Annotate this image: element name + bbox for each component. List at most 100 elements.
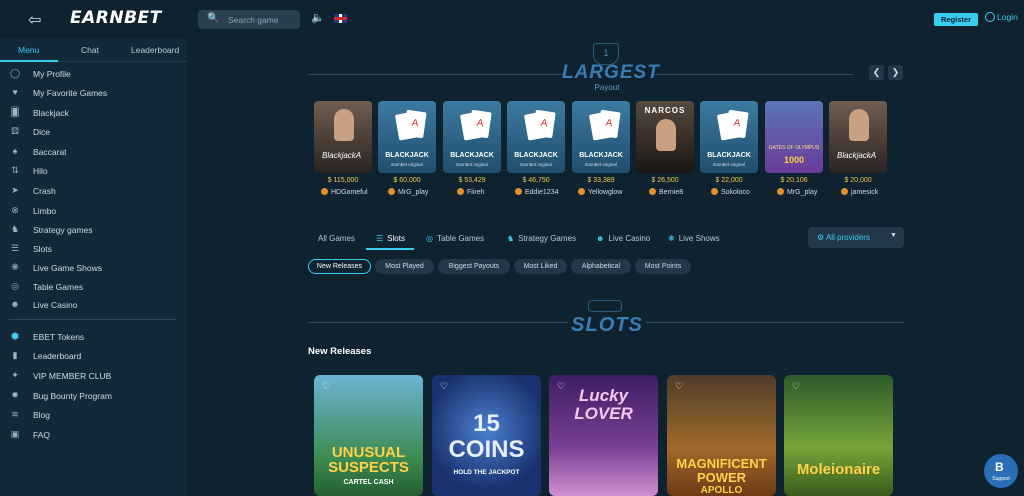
tab-slots[interactable]: ☰ Slots — [376, 234, 405, 243]
heart-icon[interactable]: ♡ — [792, 381, 800, 392]
tab-leaderboard[interactable]: Leaderboard — [131, 45, 179, 55]
collapse-sidebar-icon[interactable]: ⇦ — [28, 10, 41, 30]
register-button[interactable]: Register — [934, 13, 978, 26]
avatar — [841, 188, 848, 195]
heart-icon[interactable]: ♡ — [440, 381, 448, 392]
tab-live-casino[interactable]: ☻ Live Casino — [596, 234, 650, 243]
provider-icon: ⚙ — [817, 233, 826, 242]
payout-user[interactable]: Bernie8 — [649, 188, 711, 196]
hilo-icon: ⇅ — [11, 165, 19, 175]
payout-card[interactable]: A BLACKJACK Earnbet original — [700, 101, 758, 173]
tab-table-games[interactable]: ◎ Table Games — [426, 234, 484, 243]
sidebar-item-table-games[interactable]: ◎ Table Games — [9, 279, 179, 295]
login-button[interactable]: Login — [985, 12, 1018, 22]
payout-card[interactable]: A BLACKJACK Earnbet original — [507, 101, 565, 173]
sidebar-item-hilo[interactable]: ⇅ Hilo — [9, 163, 179, 179]
card-subtitle: Earnbet original — [456, 162, 488, 167]
payout-card[interactable]: GATES OF OLYMPUS 1000 — [765, 101, 823, 173]
tab-menu[interactable]: Menu — [18, 45, 39, 55]
sidebar-item-limbo[interactable]: ⊗ Limbo — [9, 203, 179, 219]
sidebar-item-baccarat[interactable]: ♠ Baccarat — [9, 144, 179, 160]
game-tile[interactable]: ♡ UNUSUAL SUSPECTS CARTEL CASH — [314, 375, 423, 496]
sidebar-item-dice[interactable]: ⚄ Dice — [9, 124, 179, 140]
faq-icon: ▣ — [10, 429, 20, 439]
uk-flag-icon[interactable] — [334, 14, 347, 23]
filter-most-played[interactable]: Most Played — [375, 259, 434, 274]
sidebar-item-leaderboard[interactable]: ▮ Leaderboard — [9, 348, 179, 364]
tab-chat[interactable]: Chat — [81, 45, 99, 55]
sidebar-item-blackjack[interactable]: 🂠 Blackjack — [9, 105, 179, 121]
tab-label: All Games — [318, 234, 355, 243]
payout-user[interactable]: jamesick — [841, 188, 903, 196]
payout-user[interactable]: Eddie1234 — [515, 188, 577, 196]
heart-icon[interactable]: ♡ — [675, 381, 683, 392]
game-tile[interactable]: ♡ Moleionaire — [784, 375, 893, 496]
sidebar-item-live-casino[interactable]: ☻ Live Casino — [9, 297, 179, 313]
sidebar-item-label: FAQ — [33, 430, 51, 440]
game-tile[interactable]: ♡ 15 COINS HOLD THE JACKPOT — [432, 375, 541, 496]
sidebar-item-label: Live Casino — [33, 300, 78, 310]
filter-biggest-payouts[interactable]: Biggest Payouts — [438, 259, 510, 274]
game-tile[interactable]: ♡ MAGNIFICENT POWER APOLLO — [667, 375, 776, 496]
username: Bernie8 — [659, 189, 684, 196]
payout-user[interactable]: HDGameful — [321, 188, 383, 196]
payout-card[interactable]: BlackjackA — [314, 101, 372, 173]
filter-new-releases[interactable]: New Releases — [308, 259, 371, 274]
sidebar-item-my-profile[interactable]: ◯ My Profile — [9, 66, 179, 82]
filter-most-points[interactable]: Most Points — [635, 259, 691, 274]
filter-alphabetical[interactable]: Alphabetical — [571, 259, 631, 274]
sidebar-item-slots[interactable]: ☰ Slots — [9, 241, 179, 257]
slots-divider-right — [646, 322, 904, 323]
user-icon — [985, 12, 995, 22]
user-circle-icon: ◯ — [9, 68, 21, 78]
payout-amount: $ 22,000 — [715, 177, 743, 184]
game-tile[interactable]: ♡ Lucky LOVER — [549, 375, 658, 496]
sidebar-item-blog[interactable]: ≋ Blog — [9, 407, 179, 423]
payout-card[interactable]: NARCOS — [636, 101, 694, 173]
payout-user[interactable]: Fiireh — [457, 188, 519, 196]
login-label: Login — [997, 12, 1018, 22]
tab-live-shows[interactable]: ❋ Live Shows — [668, 234, 720, 243]
sidebar-item-vip-club[interactable]: ✦ VIP MEMBER CLUB — [9, 368, 179, 384]
carousel-next-button[interactable]: ❯ — [888, 65, 903, 80]
search-input[interactable] — [228, 12, 296, 27]
payout-user[interactable]: MrG_play — [388, 188, 450, 196]
header-divider-left — [308, 74, 563, 75]
providers-text: All providers — [825, 233, 870, 242]
payout-user[interactable]: Yellowglow — [578, 188, 640, 196]
tab-strategy-games[interactable]: ♞ Strategy Games — [507, 234, 576, 243]
carousel-prev-button[interactable]: ❮ — [869, 65, 884, 80]
sidebar-item-faq[interactable]: ▣ FAQ — [9, 427, 179, 443]
sidebar-item-label: Dice — [33, 127, 51, 137]
game-subtitle: APOLLO — [700, 485, 743, 496]
sidebar-item-label: Live Game Shows — [33, 263, 102, 273]
active-tab-indicator — [0, 60, 58, 62]
chess-icon: ♞ — [10, 224, 20, 234]
card-title: NARCOS — [644, 106, 686, 115]
support-button[interactable]: B Support — [984, 454, 1018, 488]
payout-user[interactable]: MrG_play — [777, 188, 839, 196]
providers-dropdown[interactable]: ⚙ All providers ▼ — [808, 227, 904, 248]
payout-card[interactable]: BlackjackA — [829, 101, 887, 173]
sidebar-item-ebet-tokens[interactable]: ⬢ EBET Tokens — [9, 329, 179, 345]
sidebar-item-favorites[interactable]: ♥ My Favorite Games — [9, 85, 179, 101]
search-box[interactable]: 🔍 — [198, 10, 300, 29]
sidebar-item-bug-bounty[interactable]: ✹ Bug Bounty Program — [9, 388, 179, 404]
sidebar-item-strategy-games[interactable]: ♞ Strategy games — [9, 222, 179, 238]
filter-most-liked[interactable]: Most Liked — [514, 259, 567, 274]
tab-all-games[interactable]: All Games — [318, 234, 355, 243]
sidebar-item-live-game-shows[interactable]: ❋ Live Game Shows — [9, 260, 179, 276]
payout-card[interactable]: A BLACKJACK Earnbet original — [443, 101, 501, 173]
payout-amount: $ 26,500 — [651, 177, 679, 184]
payout-card[interactable]: A BLACKJACK Earnbet original — [378, 101, 436, 173]
payout-user[interactable]: Sokoloco — [711, 188, 773, 196]
payout-card[interactable]: A BLACKJACK Earnbet original — [572, 101, 630, 173]
payout-amount: $ 46,750 — [522, 177, 550, 184]
sidebar-item-crash[interactable]: ➤ Crash — [9, 183, 179, 199]
dealer-icon: ☻ — [596, 234, 605, 243]
volume-icon[interactable]: 🔈 — [311, 11, 325, 24]
bar-chart-icon: ▮ — [12, 350, 18, 360]
heart-icon[interactable]: ♡ — [322, 381, 330, 392]
sidebar-item-label: My Favorite Games — [33, 88, 108, 98]
logo[interactable]: EARNBET — [70, 8, 162, 28]
